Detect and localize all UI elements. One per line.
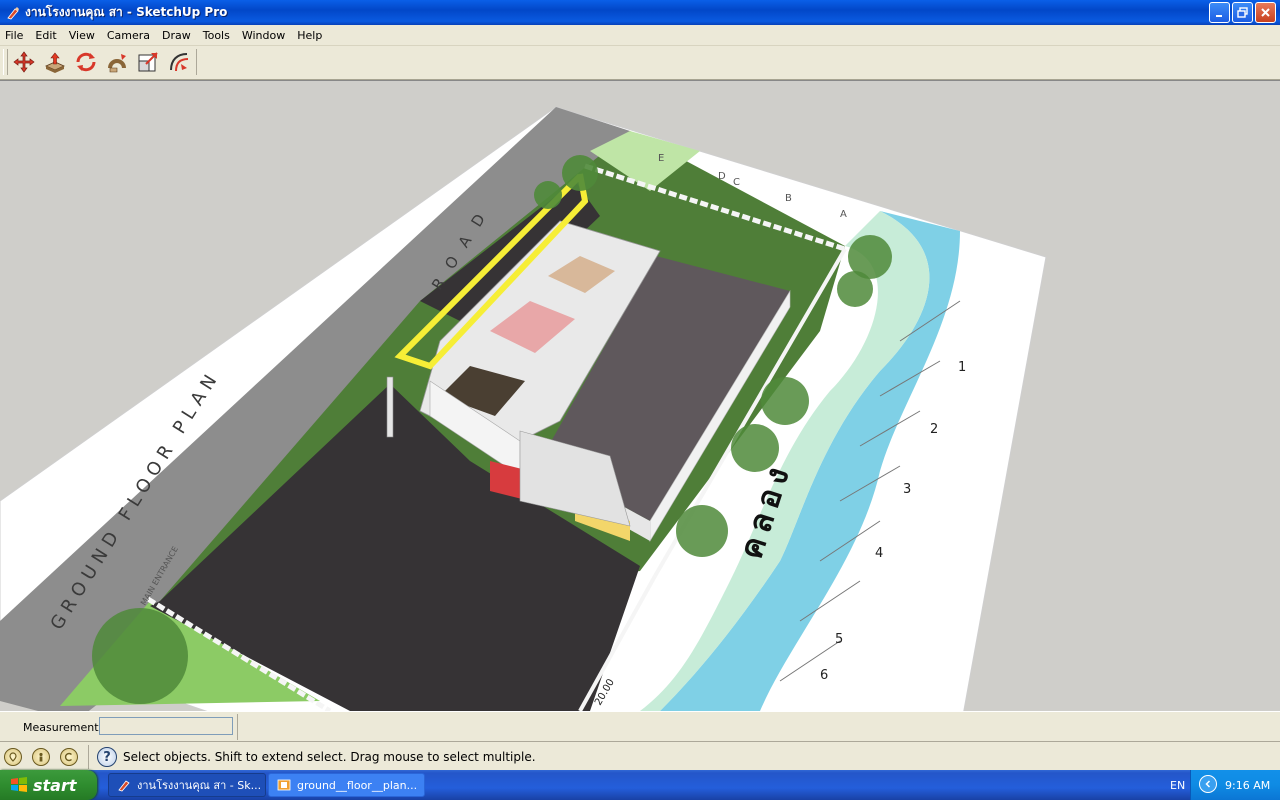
- show-hidden-icons-button[interactable]: [1199, 775, 1217, 793]
- menu-file[interactable]: File: [0, 29, 29, 42]
- tree: [837, 271, 873, 307]
- status-separator: [88, 745, 89, 769]
- tree: [562, 155, 598, 191]
- restore-button[interactable]: [1232, 2, 1253, 23]
- tree: [761, 377, 809, 425]
- taskbar-item-ground-floor-plan[interactable]: ground__floor__plan...: [268, 773, 425, 797]
- title-bar[interactable]: งานโรงงานคุณ สา - SketchUp Pro: [0, 0, 1280, 25]
- measurements-separator: [237, 714, 238, 740]
- credits-icon[interactable]: [32, 748, 50, 766]
- model-scene[interactable]: ROAD GROUND FLOOR PLAN MAIN ENTRANCE คลอ…: [0, 81, 1280, 711]
- windows-logo-icon: [11, 777, 27, 792]
- menu-edit[interactable]: Edit: [29, 29, 62, 42]
- menu-tools[interactable]: Tools: [197, 29, 236, 42]
- modeling-viewport[interactable]: ROAD GROUND FLOOR PLAN MAIN ENTRANCE คลอ…: [0, 80, 1280, 711]
- system-clock[interactable]: 9:16 AM: [1225, 779, 1270, 792]
- chimney-pole: [386, 376, 394, 438]
- grid-letter-e: E: [658, 153, 664, 164]
- language-indicator[interactable]: EN: [1170, 779, 1185, 792]
- tree: [534, 181, 562, 209]
- move-tool-button[interactable]: [11, 49, 37, 75]
- grid-number-6: 6: [820, 668, 828, 683]
- grid-letter-c: C: [733, 177, 740, 188]
- menu-window[interactable]: Window: [236, 29, 291, 42]
- taskbar-item-sketchup[interactable]: งานโรงงานคุณ สา - Sk...: [108, 773, 266, 797]
- measurements-label: Measurements: [23, 721, 105, 734]
- person-glyph: [39, 752, 43, 762]
- menu-bar: File Edit View Camera Draw Tools Window …: [0, 25, 1280, 46]
- menu-view[interactable]: View: [63, 29, 101, 42]
- restore-icon: [1237, 7, 1248, 18]
- sketchup-task-icon: [118, 780, 130, 792]
- offset-icon: [170, 53, 189, 72]
- image-file-task-icon: [277, 779, 291, 791]
- grid-letter-a: A: [840, 209, 847, 220]
- start-button[interactable]: start: [0, 770, 97, 800]
- status-bar: ? Select objects. Shift to extend select…: [0, 741, 1280, 771]
- system-tray: 9:16 AM: [1190, 770, 1280, 800]
- menu-draw[interactable]: Draw: [156, 29, 197, 42]
- grid-letter-b: B: [785, 193, 792, 204]
- grid-letter-d: D: [718, 171, 726, 182]
- offset-tool-button[interactable]: [166, 49, 192, 75]
- rotate-tool-button[interactable]: [73, 49, 99, 75]
- chevron-left-icon: [1205, 780, 1211, 788]
- close-button[interactable]: [1255, 2, 1276, 23]
- geo-location-icon[interactable]: [4, 748, 22, 766]
- grid-number-4: 4: [875, 546, 883, 561]
- toolbar-grip[interactable]: [3, 49, 8, 75]
- follow-me-icon: [108, 54, 126, 73]
- close-icon: [1261, 8, 1270, 17]
- minimize-button[interactable]: [1209, 2, 1230, 23]
- move-icon: [13, 51, 35, 73]
- tree: [676, 505, 728, 557]
- start-label: start: [33, 775, 77, 795]
- menu-help[interactable]: Help: [291, 29, 328, 42]
- grid-number-2: 2: [930, 422, 938, 437]
- push-pull-icon: [45, 52, 65, 73]
- minimize-icon: [1216, 15, 1222, 17]
- grid-number-5: 5: [835, 632, 843, 647]
- measurements-input[interactable]: [99, 717, 233, 735]
- instructor-icon[interactable]: [60, 748, 78, 766]
- geo-pin-glyph: [9, 752, 17, 762]
- grid-number-1: 1: [958, 360, 966, 375]
- toolbar-separator: [196, 49, 197, 75]
- measurements-bar: Measurements: [0, 711, 1280, 741]
- menu-camera[interactable]: Camera: [101, 29, 156, 42]
- scale-tool-button[interactable]: [135, 49, 161, 75]
- sketchup-app-icon: [7, 6, 19, 19]
- window-title: งานโรงงานคุณ สา - SketchUp Pro: [25, 5, 228, 19]
- tree: [92, 608, 188, 704]
- scale-icon: [138, 52, 158, 72]
- rotate-icon: [76, 52, 96, 72]
- grid-number-3: 3: [903, 482, 911, 497]
- c-glyph: [64, 752, 72, 762]
- push-pull-tool-button[interactable]: [42, 49, 68, 75]
- taskbar-item-label: ground__floor__plan...: [297, 778, 418, 792]
- status-message: Select objects. Shift to extend select. …: [123, 750, 536, 764]
- help-icon[interactable]: ?: [97, 747, 117, 767]
- windows-taskbar: start งานโรงงานคุณ สา - Sk... ground__fl…: [0, 770, 1280, 800]
- taskbar-item-label: งานโรงงานคุณ สา - Sk...: [137, 779, 262, 792]
- edit-toolbar: [0, 46, 1280, 80]
- follow-me-tool-button[interactable]: [104, 49, 130, 75]
